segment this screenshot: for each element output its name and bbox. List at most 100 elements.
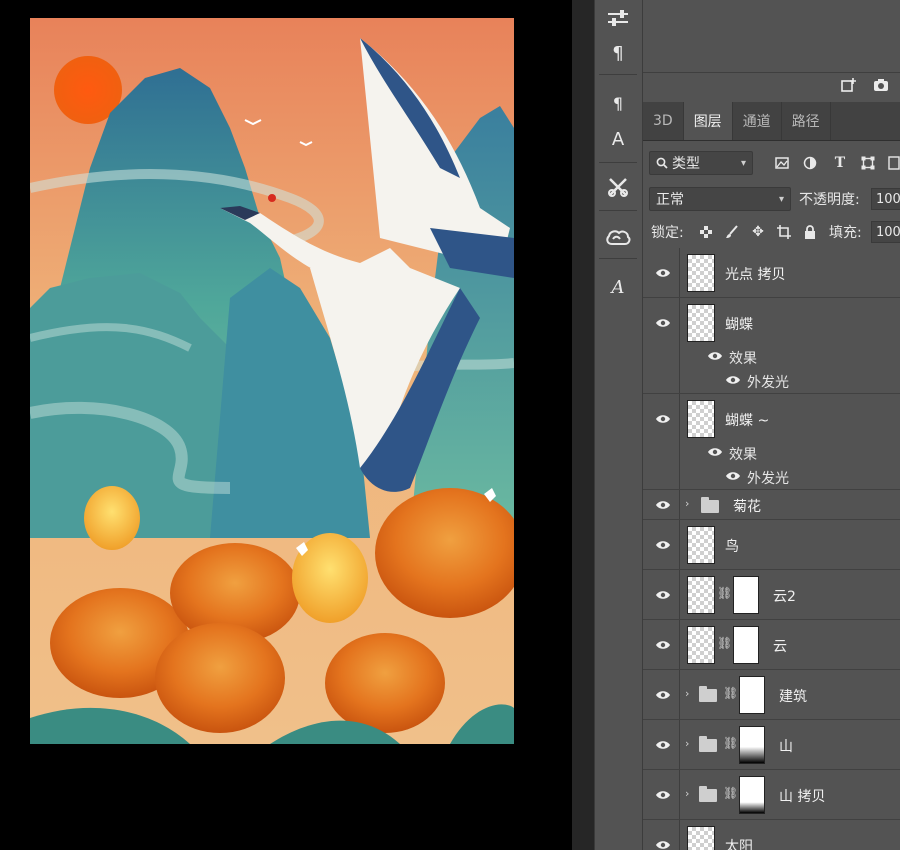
glyphs-icon[interactable]: A bbox=[601, 272, 635, 302]
layer-row[interactable]: 光点 拷贝 bbox=[643, 248, 900, 298]
layer-name[interactable]: 太阳 bbox=[725, 836, 753, 850]
link-icon[interactable]: ⛓ bbox=[723, 736, 738, 750]
layer-mask-thumbnail[interactable] bbox=[739, 726, 765, 764]
paragraph-icon[interactable]: ¶ bbox=[601, 38, 635, 68]
add-to-library-icon[interactable] bbox=[841, 78, 857, 96]
layer-row[interactable]: 蝴蝶 ~ 效果 外发光 bbox=[643, 394, 900, 490]
lock-transparent-icon[interactable] bbox=[695, 221, 717, 243]
layer-name[interactable]: 云2 bbox=[773, 586, 796, 606]
effect-eye-icon[interactable] bbox=[723, 370, 743, 390]
lock-all-icon[interactable] bbox=[799, 221, 821, 243]
link-icon[interactable]: ⛓ bbox=[717, 586, 732, 600]
chevron-down-icon: ▾ bbox=[740, 157, 746, 169]
layer-thumbnail[interactable] bbox=[687, 626, 715, 664]
lock-label: 锁定: bbox=[651, 225, 684, 241]
link-icon[interactable]: ⛓ bbox=[723, 686, 738, 700]
document-canvas[interactable] bbox=[0, 0, 572, 850]
link-icon[interactable]: ⛓ bbox=[717, 636, 732, 650]
layer-row[interactable]: 太阳 bbox=[643, 820, 900, 850]
lock-pixels-brush-icon[interactable] bbox=[721, 221, 743, 243]
layer-mask-thumbnail[interactable] bbox=[739, 676, 765, 714]
layer-thumbnail[interactable] bbox=[687, 526, 715, 564]
layer-name[interactable]: 山 bbox=[779, 736, 793, 756]
paragraph-style-icon[interactable]: ¶ bbox=[601, 88, 635, 118]
link-icon[interactable]: ⛓ bbox=[723, 786, 738, 800]
lock-artboard-icon[interactable] bbox=[773, 221, 795, 243]
properties-icon[interactable] bbox=[601, 4, 635, 34]
type-filter-icon[interactable]: T bbox=[829, 152, 851, 174]
layers-panel: 3D 图层 通道 路径 类型 ▾ T 正常 ▾ 不透明度: 100 锁定: ✥ … bbox=[642, 0, 900, 850]
layer-mask-thumbnail[interactable] bbox=[739, 776, 765, 814]
eye-icon[interactable] bbox=[653, 685, 673, 705]
fill-field[interactable]: 100% bbox=[871, 221, 900, 243]
opacity-field[interactable]: 100% bbox=[871, 188, 900, 210]
tab-paths[interactable]: 路径 bbox=[782, 102, 831, 140]
layer-name[interactable]: 山 拷贝 bbox=[779, 786, 825, 806]
fill-label: 填充: bbox=[829, 225, 862, 241]
smart-object-filter-icon[interactable] bbox=[883, 152, 900, 174]
layer-name[interactable]: 建筑 bbox=[779, 686, 807, 706]
filter-kind-dropdown[interactable]: 类型 ▾ bbox=[649, 151, 753, 175]
eye-icon[interactable] bbox=[653, 495, 673, 515]
panel-top-area bbox=[643, 0, 900, 73]
layer-thumbnail[interactable] bbox=[687, 304, 715, 342]
eye-icon[interactable] bbox=[653, 635, 673, 655]
blend-mode-dropdown[interactable]: 正常 ▾ bbox=[649, 187, 791, 211]
layer-name[interactable]: 蝴蝶 ~ bbox=[725, 410, 769, 430]
eye-icon[interactable] bbox=[653, 409, 673, 429]
layer-row[interactable]: 蝴蝶 效果 外发光 bbox=[643, 298, 900, 394]
effect-outer-glow[interactable]: 外发光 bbox=[747, 372, 789, 392]
effect-eye-icon[interactable] bbox=[723, 466, 743, 486]
layer-thumbnail[interactable] bbox=[687, 826, 715, 850]
panel-icon-strip: ¶ ¶ A A bbox=[594, 0, 643, 850]
effects-eye-icon[interactable] bbox=[705, 442, 725, 462]
eye-icon[interactable] bbox=[653, 263, 673, 283]
layer-mask-thumbnail[interactable] bbox=[733, 576, 759, 614]
tab-layers[interactable]: 图层 bbox=[683, 102, 733, 140]
chevron-right-icon[interactable]: › bbox=[685, 497, 689, 510]
tools-preset-icon[interactable] bbox=[601, 172, 635, 202]
character-style-icon[interactable]: A bbox=[601, 124, 635, 154]
filter-row: 类型 ▾ T bbox=[643, 150, 900, 176]
layer-group-row[interactable]: › ⛓ 山 拷贝 bbox=[643, 770, 900, 820]
layer-row[interactable]: 鸟 bbox=[643, 520, 900, 570]
eye-icon[interactable] bbox=[653, 535, 673, 555]
panel-divider bbox=[572, 0, 594, 850]
layer-name[interactable]: 菊花 bbox=[733, 496, 761, 516]
layer-row[interactable]: ⛓ 云 bbox=[643, 620, 900, 670]
layer-name[interactable]: 蝴蝶 bbox=[725, 314, 753, 334]
tab-channels[interactable]: 通道 bbox=[733, 102, 782, 140]
layer-thumbnail[interactable] bbox=[687, 254, 715, 292]
camera-icon[interactable] bbox=[873, 78, 889, 96]
lock-position-move-icon[interactable]: ✥ bbox=[747, 221, 769, 243]
layer-row-divider bbox=[679, 720, 680, 769]
chevron-right-icon[interactable]: › bbox=[685, 787, 689, 800]
eye-icon[interactable] bbox=[653, 735, 673, 755]
creative-cloud-icon[interactable] bbox=[601, 222, 635, 252]
adjustment-filter-icon[interactable] bbox=[799, 152, 821, 174]
layer-name[interactable]: 云 bbox=[773, 636, 787, 656]
layer-group-row[interactable]: › ⛓ 山 bbox=[643, 720, 900, 770]
layer-mask-thumbnail[interactable] bbox=[733, 626, 759, 664]
chevron-right-icon[interactable]: › bbox=[685, 737, 689, 750]
shape-filter-icon[interactable] bbox=[857, 152, 879, 174]
effects-eye-icon[interactable] bbox=[705, 346, 725, 366]
layer-thumbnail[interactable] bbox=[687, 576, 715, 614]
lock-row: 锁定: ✥ 填充: 100% bbox=[643, 220, 900, 244]
chevron-right-icon[interactable]: › bbox=[685, 687, 689, 700]
eye-icon[interactable] bbox=[653, 785, 673, 805]
layer-row-divider bbox=[679, 394, 680, 489]
folder-icon bbox=[699, 736, 717, 752]
pixel-filter-icon[interactable] bbox=[771, 152, 793, 174]
eye-icon[interactable] bbox=[653, 313, 673, 333]
layer-row[interactable]: ⛓ 云2 bbox=[643, 570, 900, 620]
layer-group-row[interactable]: › ⛓ 建筑 bbox=[643, 670, 900, 720]
eye-icon[interactable] bbox=[653, 835, 673, 850]
layer-thumbnail[interactable] bbox=[687, 400, 715, 438]
tab-3d[interactable]: 3D bbox=[643, 102, 684, 140]
effect-outer-glow[interactable]: 外发光 bbox=[747, 468, 789, 488]
layer-name[interactable]: 光点 拷贝 bbox=[725, 264, 785, 284]
layer-group-row[interactable]: › 菊花 bbox=[643, 490, 900, 520]
layer-name[interactable]: 鸟 bbox=[725, 536, 739, 556]
eye-icon[interactable] bbox=[653, 585, 673, 605]
